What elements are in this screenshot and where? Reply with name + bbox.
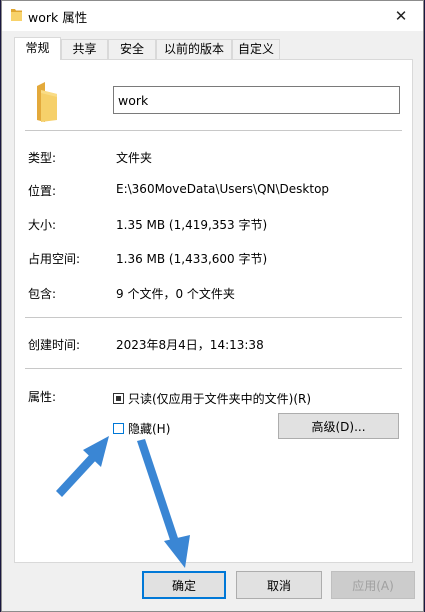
created-label: 创建时间: xyxy=(28,338,81,352)
location-value: E:\360MoveData\Users\QN\Desktop xyxy=(116,182,330,196)
hidden-label: 隐藏(H) xyxy=(128,422,171,436)
separator xyxy=(25,317,402,318)
tab-previous-versions[interactable]: 以前的版本 xyxy=(156,39,232,59)
contains-label: 包含: xyxy=(28,287,57,301)
properties-dialog: work 属性 ✕ 常规 共享 安全 以前的版本 自定义 类型: 文件夹 位置:… xyxy=(1,0,424,612)
ok-button[interactable]: 确定 xyxy=(142,571,226,599)
readonly-checkbox-row[interactable]: 只读(仅应用于文件夹中的文件)(R) xyxy=(113,390,311,407)
advanced-button[interactable]: 高级(D)... xyxy=(278,413,399,439)
folder-icon xyxy=(37,82,57,122)
type-value: 文件夹 xyxy=(116,151,153,165)
readonly-label: 只读(仅应用于文件夹中的文件)(R) xyxy=(128,392,312,406)
separator xyxy=(25,368,402,369)
title-bar: work 属性 ✕ xyxy=(2,1,423,31)
tab-sharing[interactable]: 共享 xyxy=(61,39,108,59)
hidden-checkbox[interactable] xyxy=(113,423,124,434)
size-label: 大小: xyxy=(28,218,57,232)
type-label: 类型: xyxy=(28,151,57,165)
readonly-checkbox[interactable] xyxy=(113,393,124,404)
separator xyxy=(25,130,402,131)
tab-general[interactable]: 常规 xyxy=(14,37,61,60)
size-on-disk-value: 1.36 MB (1,433,600 字节) xyxy=(116,252,268,266)
tab-security[interactable]: 安全 xyxy=(108,39,156,59)
cancel-button[interactable]: 取消 xyxy=(236,571,322,599)
folder-icon xyxy=(11,9,22,21)
size-on-disk-label: 占用空间: xyxy=(28,252,81,266)
close-button[interactable]: ✕ xyxy=(379,1,423,31)
hidden-checkbox-row[interactable]: 隐藏(H) xyxy=(113,420,170,437)
general-panel: 类型: 文件夹 位置: E:\360MoveData\Users\QN\Desk… xyxy=(14,59,413,563)
close-icon: ✕ xyxy=(394,7,408,25)
location-label: 位置: xyxy=(28,184,57,198)
created-value: 2023年8月4日，14:13:38 xyxy=(116,338,264,352)
folder-name-input[interactable] xyxy=(113,86,400,114)
tab-customize[interactable]: 自定义 xyxy=(232,39,280,59)
apply-button: 应用(A) xyxy=(331,571,415,599)
attributes-label: 属性: xyxy=(28,390,57,404)
contains-value: 9 个文件，0 个文件夹 xyxy=(116,287,235,301)
size-value: 1.35 MB (1,419,353 字节) xyxy=(116,218,268,232)
window-title: work 属性 xyxy=(28,10,88,25)
